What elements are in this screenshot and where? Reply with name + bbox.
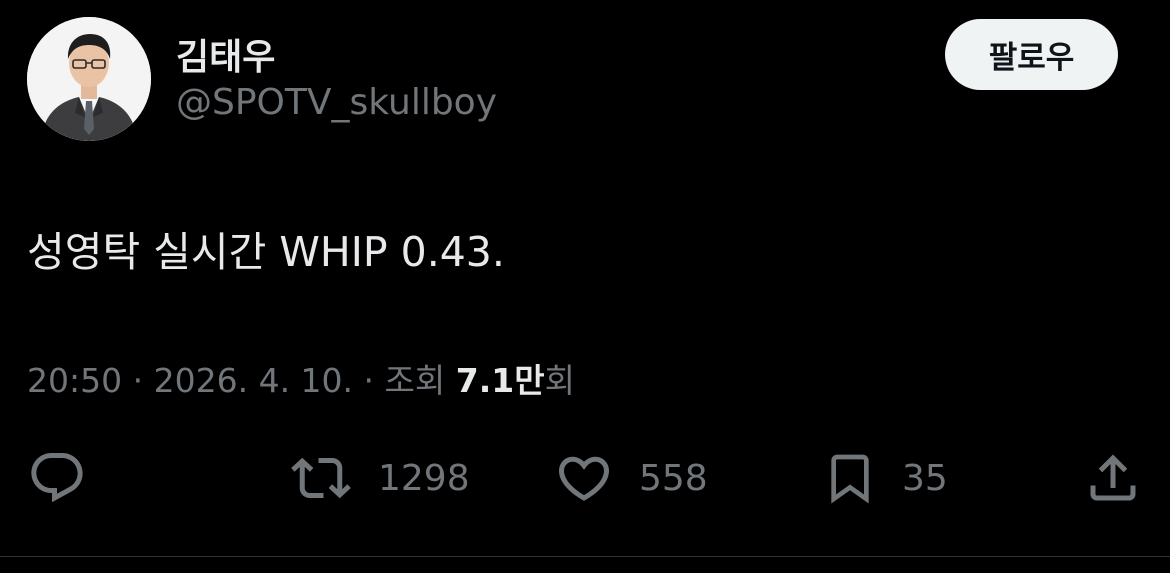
views-label: 조회 [384,361,446,400]
profile-photo-icon [27,17,151,141]
tweet-time[interactable]: 20:50 [27,361,122,400]
bookmark-icon [822,448,878,508]
tweet-text: 성영탁 실시간 WHIP 0.43. [27,228,505,276]
tweet-meta: 20:50 · 2026. 4. 10. · 조회 7.1만회 [27,354,575,402]
share-button[interactable] [1083,448,1143,508]
author-display-name[interactable]: 김태우 [176,28,275,80]
bookmark-button[interactable]: 35 [822,448,948,508]
share-icon [1083,448,1143,508]
like-button[interactable]: 558 [553,448,708,508]
reply-icon [27,448,87,508]
retweet-icon [288,448,354,508]
author-handle[interactable]: @SPOTV_skullboy [176,82,497,123]
views-count: 7.1만 [455,361,545,400]
follow-button[interactable]: 팔로우 [945,19,1118,90]
tweet-date[interactable]: 2026. 4. 10. [154,361,353,400]
avatar[interactable] [27,17,151,141]
retweet-button[interactable]: 1298 [288,448,470,508]
divider [0,556,1170,557]
views-suffix: 회 [544,361,575,400]
retweet-count: 1298 [378,457,470,499]
heart-icon [553,448,615,508]
meta-separator: · [363,361,375,400]
like-count: 558 [639,457,708,499]
bookmark-count: 35 [902,457,948,499]
meta-separator: · [132,361,144,400]
reply-button[interactable] [27,448,87,508]
